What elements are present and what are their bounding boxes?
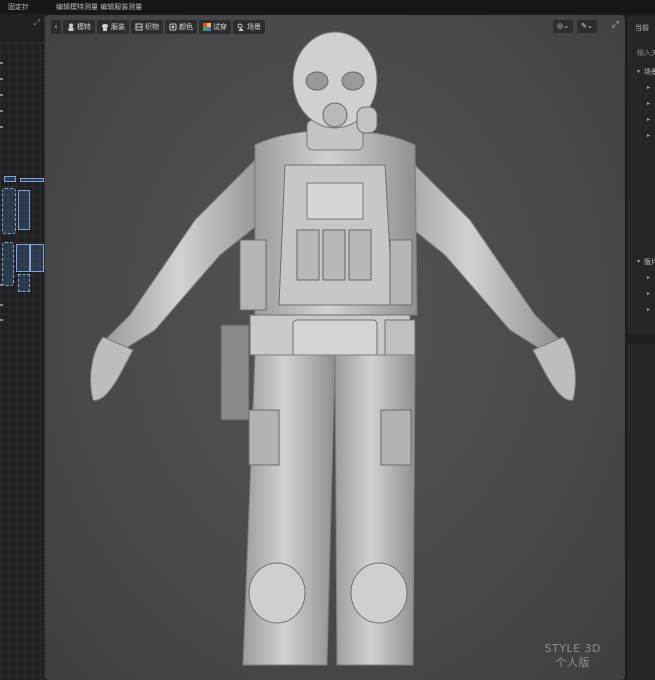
top-menu-bar: 固定针 编辑模特测量 编辑服装测量 xyxy=(0,0,655,13)
avatar-icon xyxy=(67,23,75,31)
pattern-piece[interactable] xyxy=(18,274,30,292)
render-style-dropdown[interactable]: ✎⌄ xyxy=(577,20,597,33)
expand-icon[interactable]: ⤢ xyxy=(34,18,40,28)
toolbar-garment-label: 服装 xyxy=(111,23,125,31)
pattern-grid xyxy=(0,42,44,680)
toolbar-scene-button[interactable]: 场景 xyxy=(233,20,265,34)
viewport-3d[interactable]: ‹ 模特 服装 织物 颜色 试穿 场景 ◎⌄ ✎⌄ ⤢ STYLE 3D 个人版 xyxy=(45,15,625,680)
menu-item-fix-pin[interactable]: 固定针 xyxy=(8,2,29,12)
pattern-piece[interactable] xyxy=(2,188,16,234)
fabric-icon xyxy=(135,23,143,31)
pattern-pieces xyxy=(0,172,44,312)
chevron-right-icon[interactable]: ▸ xyxy=(647,306,650,313)
toolbar-scene-label: 场景 xyxy=(247,23,261,31)
ruler-tick xyxy=(0,126,3,128)
toolbar-color-label: 颜色 xyxy=(179,23,193,31)
chevron-right-icon[interactable]: ▸ xyxy=(647,116,650,123)
camera-view-dropdown[interactable]: ◎⌄ xyxy=(553,20,573,33)
toolbar-fitting-button[interactable]: 试穿 xyxy=(199,20,231,34)
viewport-display-options: ◎⌄ ✎⌄ xyxy=(553,20,597,33)
ruler-tick xyxy=(0,62,3,64)
watermark-brand: STYLE 3D xyxy=(544,642,601,655)
toolbar-fitting-label: 试穿 xyxy=(213,23,227,31)
watermark: STYLE 3D 个人版 xyxy=(545,642,601,670)
chevron-right-icon[interactable]: ▸ xyxy=(647,290,650,297)
garment-icon xyxy=(101,23,109,31)
pattern-piece[interactable] xyxy=(18,190,30,230)
toolbar-avatar-label: 模特 xyxy=(77,23,91,31)
property-editor-card xyxy=(627,344,655,680)
collapse-toolbar-button[interactable]: ‹ xyxy=(51,20,61,34)
chevron-right-icon[interactable]: ▸ xyxy=(647,132,650,139)
chevron-right-icon[interactable]: ▸ xyxy=(647,100,650,107)
chevron-down-icon[interactable]: ▾ xyxy=(637,68,640,75)
ruler-tick xyxy=(0,94,3,96)
toolbar-fabric-button[interactable]: 织物 xyxy=(131,20,163,34)
toolbar-fabric-label: 织物 xyxy=(145,23,159,31)
search-input[interactable]: 输入关 xyxy=(637,48,655,58)
viewport-toolbar: ‹ 模特 服装 织物 颜色 试穿 场景 xyxy=(51,20,265,34)
toolbar-avatar-button[interactable]: 模特 xyxy=(63,20,95,34)
ruler-tick xyxy=(0,319,3,321)
ruler-tick xyxy=(0,110,3,112)
object-browser-panel: 当前 输入关 ▾ 场景 ▸ ▸ ▸ ▸ ▾ 版片 ▸ ▸ ▸ xyxy=(627,14,655,680)
toolbar-garment-button[interactable]: 服装 xyxy=(97,20,129,34)
expand-viewport-icon[interactable]: ⤢ xyxy=(612,20,619,30)
pattern-piece[interactable] xyxy=(4,176,16,182)
chevron-right-icon[interactable]: ▸ xyxy=(647,274,650,281)
chevron-down-icon[interactable]: ▾ xyxy=(637,258,640,265)
avatar-3d-model[interactable] xyxy=(45,15,625,680)
toolbar-color-button[interactable]: 颜色 xyxy=(165,20,197,34)
pattern-piece[interactable] xyxy=(20,178,44,182)
pattern-piece[interactable] xyxy=(16,244,30,272)
palette-icon xyxy=(169,23,177,31)
section-patterns[interactable]: 版片 xyxy=(644,257,655,267)
panel-title: 当前 xyxy=(635,24,649,32)
pattern-piece[interactable] xyxy=(2,242,14,286)
watermark-edition: 个人版 xyxy=(555,656,591,669)
pattern-window-2d[interactable]: ⤢ xyxy=(0,14,45,680)
menu-item-measure[interactable]: 编辑模特测量 编辑服装测量 xyxy=(56,2,142,12)
ruler-tick xyxy=(0,78,3,80)
scene-icon xyxy=(237,23,245,31)
chevron-right-icon[interactable]: ▸ xyxy=(647,84,650,91)
pattern-piece[interactable] xyxy=(30,244,44,272)
object-browser-card: 当前 输入关 ▾ 场景 ▸ ▸ ▸ ▸ ▾ 版片 ▸ ▸ ▸ xyxy=(627,16,655,334)
section-scene[interactable]: 场景 xyxy=(644,67,655,77)
fitting-icon xyxy=(203,23,211,31)
